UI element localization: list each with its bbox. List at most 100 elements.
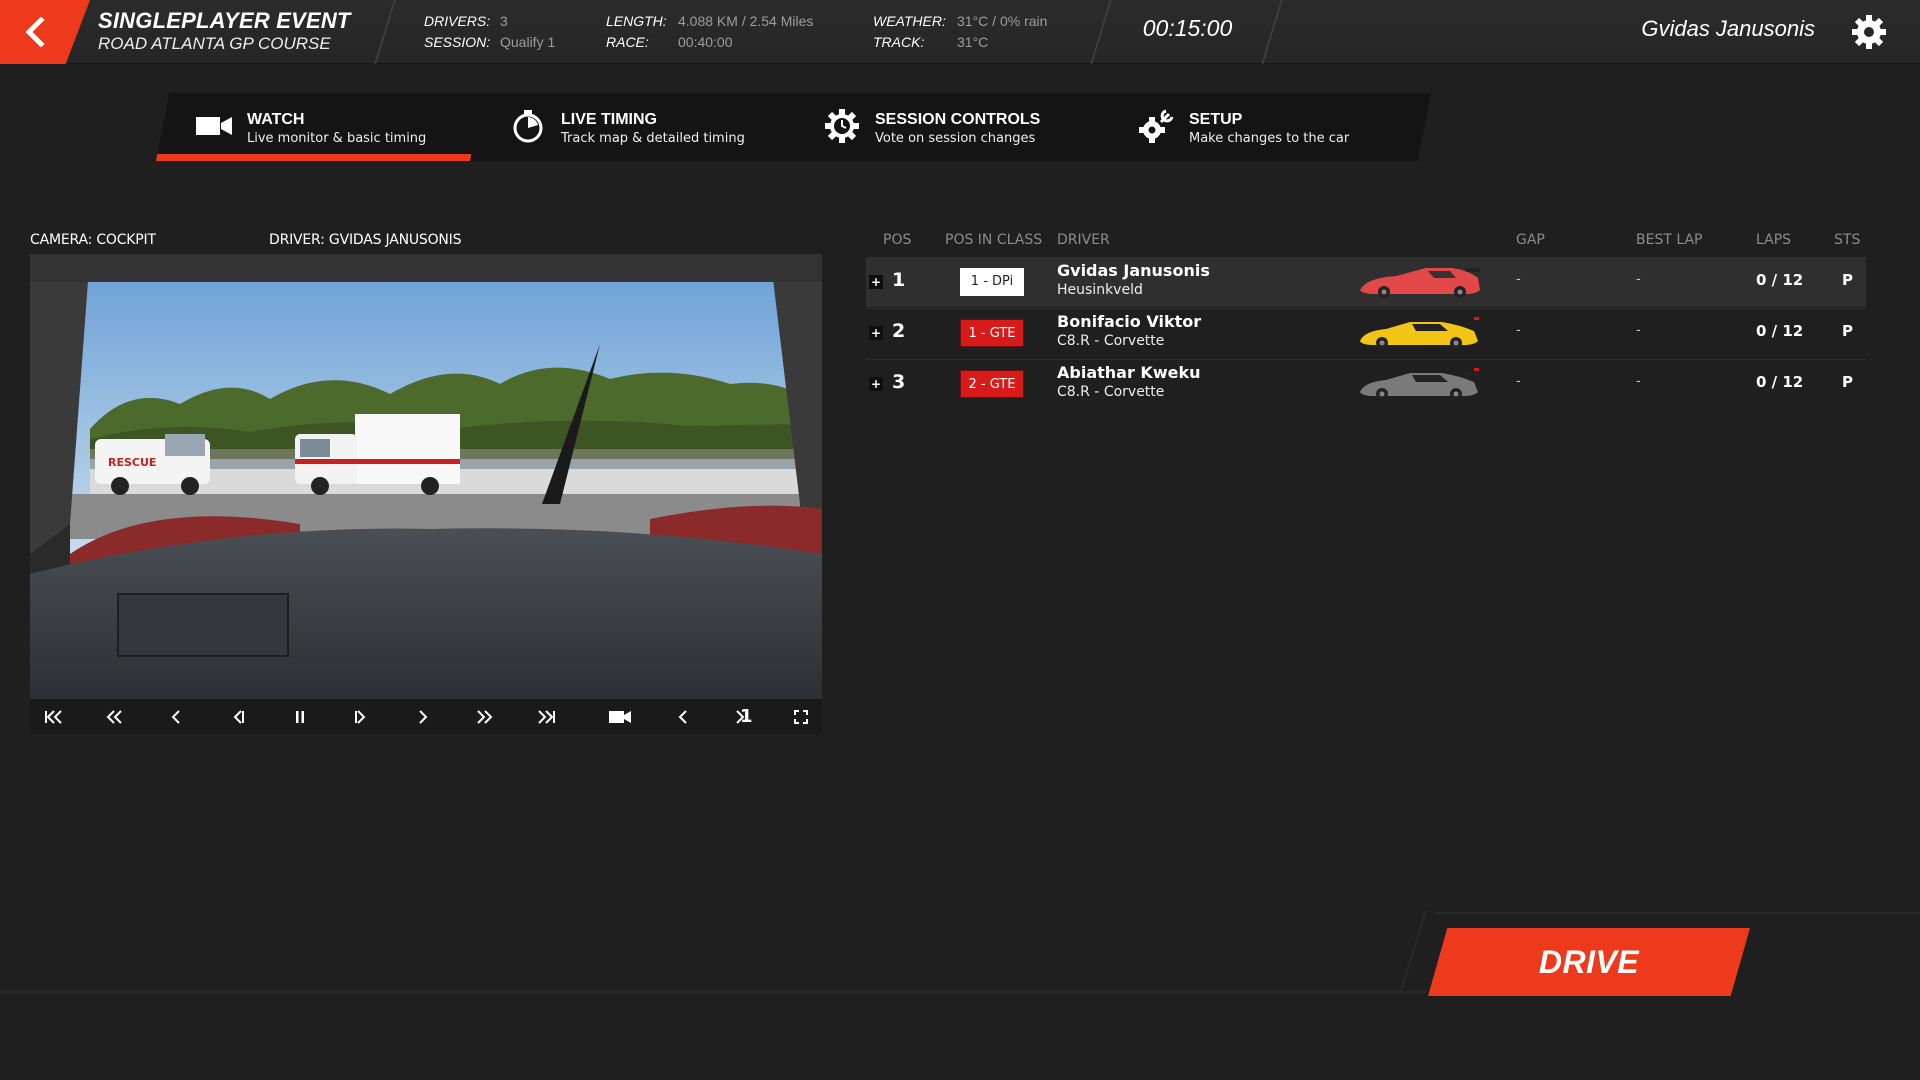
cockpit-camera-view: RESCUE [30,254,822,699]
gear-icon [1852,15,1886,49]
car-name: Heusinkveld [1057,282,1143,298]
event-info: SINGLEPLAYER EVENT ROAD ATLANTA GP COURS… [98,8,351,54]
tab-label: LIVE TIMING [561,111,657,128]
step-back-button[interactable] [223,699,253,734]
tab-label: WATCH [247,111,305,128]
settings-button[interactable] [1849,12,1889,52]
col-gap[interactable]: GAP [1516,232,1545,248]
camera-icon [609,710,631,723]
expand-row-button[interactable]: + [869,326,883,340]
col-laps[interactable]: LAPS [1756,232,1791,248]
track-temp-label: TRACK: [873,34,925,50]
gt-car-icon [1360,317,1480,349]
step-forward-button[interactable] [346,699,376,734]
header-divider [1090,0,1112,64]
user-name: Gvidas Janusonis [1641,16,1815,41]
footer-divider [1399,911,1427,993]
prototype-car-icon [1360,268,1480,298]
laps: 0 / 12 [1756,322,1804,340]
session-timer: 00:15:00 [1142,15,1233,41]
status: P [1842,322,1853,340]
play-forward-button[interactable] [408,699,438,734]
footer-divider [1435,912,1920,914]
camera-select-button[interactable] [605,699,635,734]
tab-description: Make changes to the car [1189,131,1350,146]
gear-wrench-icon [1139,109,1174,143]
col-sts[interactable]: STS [1834,232,1860,248]
drive-label: DRIVE [1538,943,1640,980]
position: 1 [892,269,906,291]
prev-camera-button[interactable] [673,699,693,734]
prev-camera-icon [678,709,687,724]
pause-icon [296,710,304,723]
best-lap: - [1636,323,1641,338]
expand-row-button[interactable]: + [869,377,883,391]
driver-name: Gvidas Janusonis [1057,261,1210,280]
tab-session-controls[interactable]: SESSION CONTROLS Vote on session changes [784,93,1117,161]
status: P [1842,271,1853,289]
tab-setup[interactable]: SETUP Make changes to the car [1098,93,1431,161]
class-badge: 2 - GTE [960,370,1024,398]
pause-button[interactable] [285,699,315,734]
position: 2 [892,320,906,342]
gap: - [1516,272,1521,287]
footer-divider [0,991,1426,993]
skip-to-start-button[interactable] [38,699,68,734]
fast-rewind-button[interactable] [99,699,129,734]
drive-button[interactable]: DRIVE [1428,928,1750,996]
session-label: SESSION: [424,34,491,50]
tab-description: Live monitor & basic timing [247,131,427,146]
standings-row[interactable]: + 2 1 - GTE Bonifacio Viktor C8.R - Corv… [866,308,1866,358]
fast-forward-icon [477,709,493,724]
col-driver[interactable]: DRIVER [1057,232,1110,248]
skip-to-end-button[interactable] [532,699,562,734]
camera-label: CAMERA: COCKPIT [30,232,156,248]
laps: 0 / 12 [1756,373,1804,391]
session-value: Qualify 1 [500,34,556,50]
video-camera-icon [196,117,232,135]
col-best-lap[interactable]: BEST LAP [1636,232,1702,248]
standings-row[interactable]: + 3 2 - GTE Abiathar Kweku C8.R - Corvet… [866,359,1866,409]
fullscreen-button[interactable] [786,699,816,734]
col-pos-in-class[interactable]: POS IN CLASS [945,232,1042,248]
track-name: ROAD ATLANTA GP COURSE [98,34,331,53]
tab-label: SESSION CONTROLS [875,111,1041,128]
step-back-icon [233,709,244,724]
fast-forward-button[interactable] [470,699,500,734]
header-divider [374,0,396,64]
drivers-label: DRIVERS: [424,13,491,29]
fullscreen-icon [794,709,808,724]
tab-description: Vote on session changes [875,131,1036,146]
length-value: 4.088 KM / 2.54 Miles [678,13,814,29]
fast-rewind-icon [106,709,122,724]
tab-description: Track map & detailed timing [561,131,745,146]
col-pos[interactable]: POS [883,232,911,248]
top-bar: SINGLEPLAYER EVENT ROAD ATLANTA GP COURS… [0,0,1920,64]
skip-to-end-icon [538,709,555,724]
rewind-button[interactable] [161,699,191,734]
weather-track-info: WEATHER: 31°C / 0% rain TRACK: 31°C [873,11,1047,53]
position: 3 [892,371,906,393]
best-lap: - [1636,374,1641,389]
standings-row[interactable]: + 1 1 - DPi Gvidas Janusonis Heusinkveld… [866,257,1866,307]
gap: - [1516,323,1521,338]
back-button[interactable] [0,0,90,64]
race-value: 00:40:00 [678,34,733,50]
gt-car-icon [1360,368,1480,400]
car-name: C8.R - Corvette [1057,384,1165,400]
race-label: RACE: [606,34,649,50]
tab-live-timing[interactable]: LIVE TIMING Track map & detailed timing [470,93,803,161]
rewind-icon [171,709,180,724]
length-race-info: LENGTH: 4.088 KM / 2.54 Miles RACE: 00:4… [606,11,813,53]
next-camera-button[interactable] [730,699,750,734]
class-badge: 1 - GTE [960,319,1024,347]
camera-viewport[interactable]: RESCUE [30,254,822,699]
drivers-value: 3 [500,13,508,29]
expand-row-button[interactable]: + [869,275,883,289]
next-camera-icon [736,709,745,724]
skip-to-start-icon [45,709,62,724]
tab-watch[interactable]: WATCH Live monitor & basic timing [156,93,489,161]
header-divider [1261,0,1283,64]
stopwatch-icon [513,110,543,143]
track-temp-value: 31°C [957,34,989,50]
